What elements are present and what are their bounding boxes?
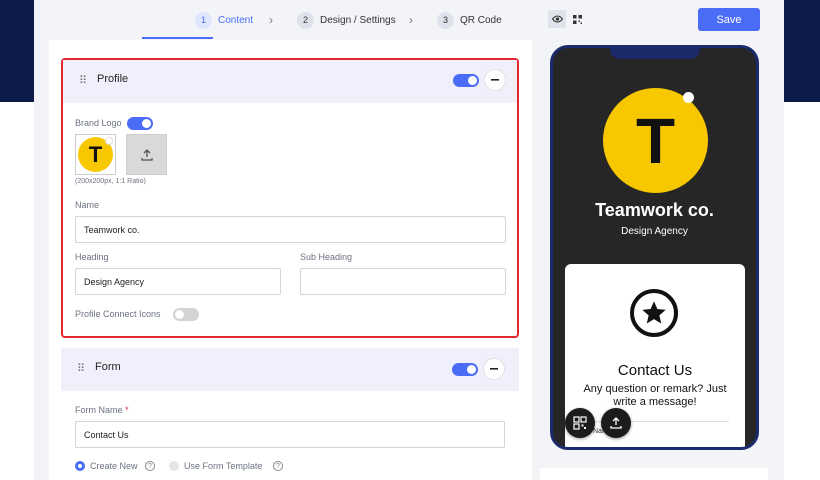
profile-card: ⠿ Profile Brand Logo T (200x200px, 1:1 R… xyxy=(61,58,519,338)
editor-panel: 1 Content › 2 Design / Settings › 3 QR C… xyxy=(49,0,532,480)
connect-icons-toggle[interactable] xyxy=(173,308,199,321)
minus-icon xyxy=(491,79,499,81)
radio-create-new[interactable] xyxy=(75,461,85,471)
upload-icon xyxy=(140,148,153,161)
subheading-label: Sub Heading xyxy=(300,252,353,262)
preview-panel: Save T Teamwork co. Design Agency Contac… xyxy=(540,0,768,480)
required-mark: * xyxy=(125,405,129,415)
phone-notch xyxy=(610,48,700,59)
chevron-right-icon: › xyxy=(409,13,413,27)
profile-card-header[interactable]: ⠿ Profile xyxy=(63,60,517,103)
connect-icons-label: Profile Connect Icons xyxy=(75,309,161,319)
heading-input[interactable]: Design Agency xyxy=(75,268,281,295)
heading-label: Heading xyxy=(75,252,109,262)
active-step-underline xyxy=(142,37,213,39)
profile-enable-toggle[interactable] xyxy=(453,74,479,87)
step-label: Design / Settings xyxy=(320,14,396,26)
preview-mode-button[interactable] xyxy=(548,10,566,28)
create-new-label: Create New xyxy=(90,461,138,471)
name-label: Name xyxy=(75,200,100,210)
form-card: ⠿ Form Form Name * Contact Us Create New… xyxy=(61,348,519,480)
brand-logo-label: Brand Logo xyxy=(75,118,122,128)
step-qr-code[interactable]: 3 QR Code xyxy=(437,10,502,30)
step-number: 3 xyxy=(437,11,454,29)
preview-qr-fab[interactable] xyxy=(565,408,595,438)
form-card-header[interactable]: ⠿ Form xyxy=(61,348,519,391)
logo-upload-button[interactable] xyxy=(126,134,167,175)
preview-contact-title: Contact Us xyxy=(617,362,693,379)
preview-name: Teamwork co. xyxy=(595,200,714,220)
preview-toolbar: Save xyxy=(540,0,768,40)
profile-title: Profile xyxy=(97,73,129,85)
preview-heading: Design Agency xyxy=(621,226,688,237)
preview-logo-dot xyxy=(683,92,694,103)
form-enable-toggle[interactable] xyxy=(452,363,478,376)
drag-handle-icon[interactable]: ⠿ xyxy=(79,74,87,87)
remove-logo-icon[interactable] xyxy=(105,137,113,145)
stepper: 1 Content › 2 Design / Settings › 3 QR C… xyxy=(49,0,532,40)
step-label: QR Code xyxy=(460,14,502,26)
form-name-label: Form Name * xyxy=(75,405,129,415)
eye-icon xyxy=(551,15,563,23)
drag-handle-icon[interactable]: ⠿ xyxy=(77,362,85,375)
step-design-settings[interactable]: 2 Design / Settings xyxy=(297,10,396,30)
step-content[interactable]: 1 Content xyxy=(195,10,253,30)
step-number: 2 xyxy=(297,11,314,29)
preview-share-fab[interactable] xyxy=(601,408,631,438)
form-title: Form xyxy=(95,361,121,373)
qr-mode-button[interactable] xyxy=(568,10,586,28)
brand-logo-toggle[interactable] xyxy=(127,117,153,130)
phone-preview: T Teamwork co. Design Agency Contact Us … xyxy=(550,45,759,450)
help-icon[interactable]: ? xyxy=(145,461,155,471)
upload-icon xyxy=(610,417,622,429)
form-name-input[interactable]: Contact Us xyxy=(75,421,505,448)
qr-code-icon xyxy=(573,416,587,430)
star-icon xyxy=(630,289,678,337)
preview-contact-desc: Any question or remark? Just write a mes… xyxy=(583,383,727,408)
brand-logo-thumbnail[interactable]: T xyxy=(75,134,116,175)
minus-icon xyxy=(490,368,498,370)
radio-use-template[interactable] xyxy=(169,461,179,471)
name-input[interactable]: Teamwork co. xyxy=(75,216,506,243)
collapse-button[interactable] xyxy=(484,69,506,91)
logo-size-hint: (200x200px, 1:1 Ratio) xyxy=(75,178,146,185)
use-template-label: Use Form Template xyxy=(184,461,263,471)
qr-code-icon xyxy=(572,14,582,24)
preview-logo: T xyxy=(603,88,708,193)
save-button[interactable]: Save xyxy=(698,8,760,31)
star-shape xyxy=(642,301,666,324)
step-number: 1 xyxy=(195,11,212,29)
help-icon[interactable]: ? xyxy=(273,461,283,471)
step-label: Content xyxy=(218,14,254,26)
subheading-input[interactable] xyxy=(300,268,506,295)
collapse-button[interactable] xyxy=(483,358,505,380)
chevron-right-icon: › xyxy=(269,13,273,27)
